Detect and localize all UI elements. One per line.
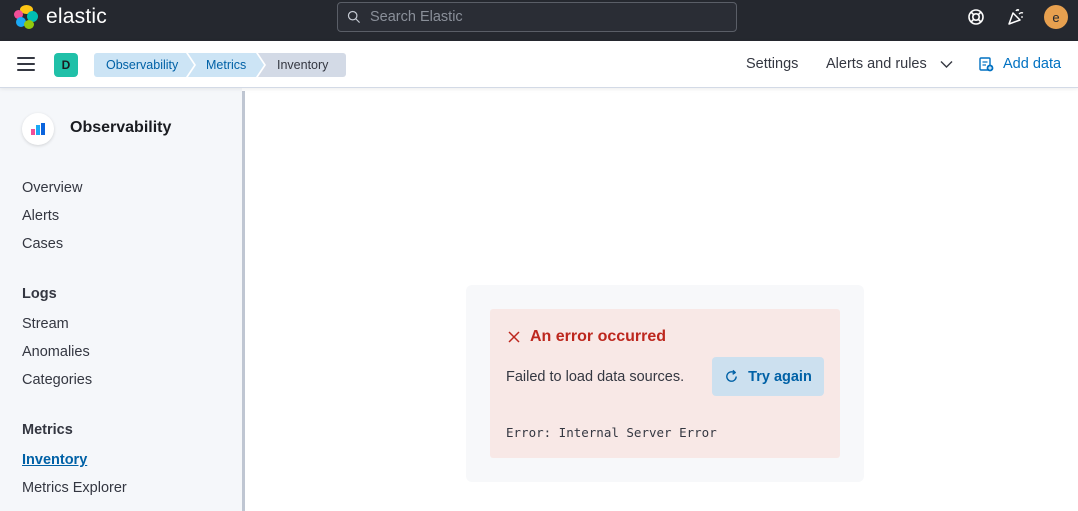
breadcrumb: Observability Metrics Inventory: [94, 53, 346, 77]
try-again-label: Try again: [748, 368, 812, 385]
add-data-button[interactable]: Add data: [978, 56, 1061, 72]
help-icon[interactable]: [966, 7, 986, 27]
sidebar-resize-handle[interactable]: [242, 91, 245, 511]
hamburger-menu-button[interactable]: [17, 57, 35, 71]
sidebar-heading-logs: Logs: [22, 286, 57, 302]
newsfeed-icon[interactable]: [1006, 7, 1026, 27]
sidebar-heading-metrics: Metrics: [22, 422, 73, 438]
try-again-button[interactable]: Try again: [712, 357, 824, 396]
breadcrumb-metrics[interactable]: Metrics: [188, 53, 264, 77]
elastic-logo-icon: [14, 5, 38, 29]
error-cross-icon: [508, 331, 520, 343]
space-avatar[interactable]: D: [54, 53, 78, 77]
chevron-down-icon: [940, 61, 953, 68]
breadcrumb-observability[interactable]: Observability: [94, 53, 194, 77]
search-input[interactable]: [370, 9, 710, 25]
observability-logo: [22, 113, 54, 145]
error-code: Error: Internal Server Error: [506, 425, 717, 440]
global-header: elastic e: [0, 0, 1078, 41]
global-search[interactable]: [337, 2, 737, 32]
refresh-icon: [726, 369, 738, 382]
sidebar-item-metrics-explorer[interactable]: Metrics Explorer: [22, 480, 127, 496]
brand-name: elastic: [46, 5, 107, 28]
search-icon: [347, 10, 360, 23]
elastic-logo[interactable]: elastic: [14, 5, 107, 29]
user-avatar[interactable]: e: [1044, 5, 1068, 29]
add-data-icon: [979, 57, 994, 72]
error-title: An error occurred: [530, 328, 667, 345]
sidebar-item-anomalies[interactable]: Anomalies: [22, 344, 90, 360]
sidebar-item-overview[interactable]: Overview: [22, 180, 82, 196]
app-header: D Observability Metrics Inventory Settin…: [0, 41, 1078, 88]
sidebar-item-stream[interactable]: Stream: [22, 316, 69, 332]
error-message: Failed to load data sources.: [506, 369, 685, 385]
sidebar-item-alerts[interactable]: Alerts: [22, 208, 59, 224]
alerts-and-rules-label: Alerts and rules: [826, 56, 927, 72]
sidebar-item-categories[interactable]: Categories: [22, 372, 92, 388]
settings-link[interactable]: Settings: [746, 56, 798, 72]
sidebar-item-inventory[interactable]: Inventory: [22, 452, 87, 468]
sidebar-item-cases[interactable]: Cases: [22, 236, 63, 252]
sidebar-title: Observability: [70, 119, 172, 136]
breadcrumb-inventory: Inventory: [258, 53, 346, 77]
add-data-label: Add data: [1003, 56, 1062, 72]
observability-icon: [31, 123, 45, 135]
alerts-and-rules-menu[interactable]: Alerts and rules: [826, 56, 927, 72]
